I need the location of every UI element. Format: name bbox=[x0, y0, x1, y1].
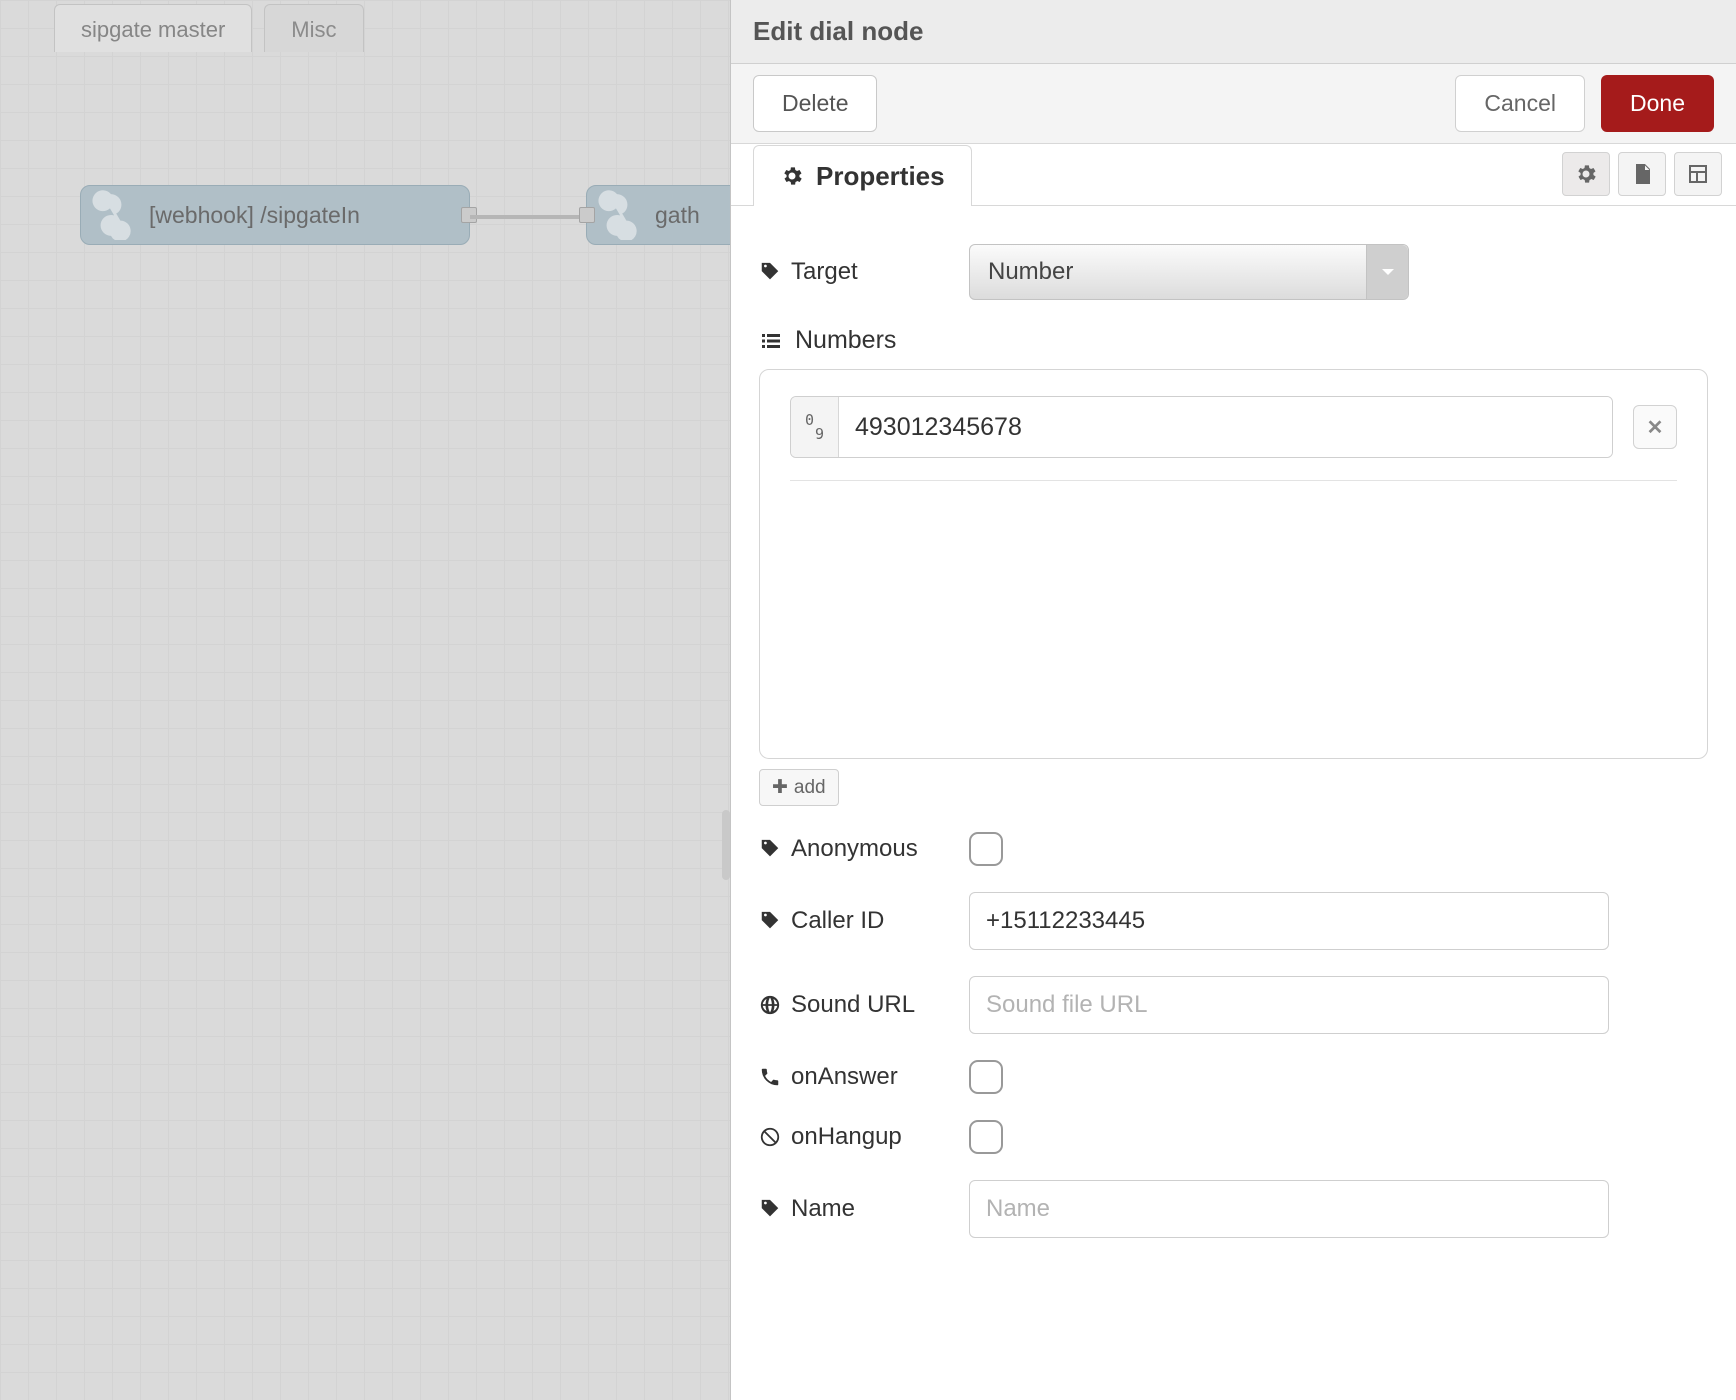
label-anonymous-text: Anonymous bbox=[791, 835, 918, 863]
node-appearance-button[interactable] bbox=[1674, 152, 1722, 196]
target-dropdown-value: Number bbox=[988, 258, 1073, 286]
node-label: gath bbox=[647, 202, 722, 229]
label-onanswer-text: onAnswer bbox=[791, 1063, 898, 1091]
row-onhangup: onHangup bbox=[759, 1120, 1708, 1154]
caller-id-input[interactable] bbox=[969, 892, 1609, 950]
gear-icon bbox=[780, 164, 804, 188]
edit-panel: Edit dial node Delete Cancel Done Proper… bbox=[730, 0, 1736, 1400]
row-onanswer: onAnswer bbox=[759, 1060, 1708, 1094]
row-name: Name bbox=[759, 1180, 1708, 1238]
tag-icon bbox=[759, 1198, 781, 1220]
label-onhangup: onHangup bbox=[759, 1123, 969, 1151]
tag-icon bbox=[759, 910, 781, 932]
row-caller-id: Caller ID bbox=[759, 892, 1708, 950]
add-number-label: add bbox=[794, 777, 826, 799]
onanswer-toggle[interactable] bbox=[969, 1060, 1003, 1094]
gear-icon bbox=[1574, 162, 1598, 186]
label-name-text: Name bbox=[791, 1195, 855, 1223]
flow-tab-sipgate-master[interactable]: sipgate master bbox=[54, 4, 252, 52]
label-caller-id-text: Caller ID bbox=[791, 907, 884, 935]
label-numbers: Numbers bbox=[759, 326, 1708, 355]
label-numbers-text: Numbers bbox=[795, 326, 896, 355]
label-onanswer: onAnswer bbox=[759, 1063, 969, 1091]
add-number-button[interactable]: ✚ add bbox=[759, 769, 839, 806]
row-numbers: Numbers ✕ ✚ add bbox=[759, 326, 1708, 806]
tag-icon bbox=[759, 838, 781, 860]
label-onhangup-text: onHangup bbox=[791, 1123, 902, 1151]
number-input-wrap bbox=[790, 396, 1613, 458]
name-input[interactable] bbox=[969, 1180, 1609, 1238]
flow-tab-misc[interactable]: Misc bbox=[264, 4, 363, 52]
node-icon bbox=[86, 190, 136, 240]
globe-icon bbox=[759, 994, 781, 1016]
anonymous-toggle[interactable] bbox=[969, 832, 1003, 866]
panel-splitter[interactable] bbox=[722, 810, 730, 880]
panel-title: Edit dial node bbox=[753, 16, 923, 47]
tab-properties-label: Properties bbox=[816, 161, 945, 192]
done-button[interactable]: Done bbox=[1601, 75, 1714, 132]
label-sound-url-text: Sound URL bbox=[791, 991, 915, 1019]
numbers-list: ✕ bbox=[759, 369, 1708, 759]
document-icon bbox=[1630, 162, 1654, 186]
label-sound-url: Sound URL bbox=[759, 991, 969, 1019]
phone-icon bbox=[759, 1066, 781, 1088]
layout-icon bbox=[1686, 162, 1710, 186]
label-target: Target bbox=[759, 258, 969, 286]
form-body: Target Number Numbers bbox=[731, 206, 1736, 1400]
tab-properties[interactable]: Properties bbox=[753, 145, 972, 206]
label-anonymous: Anonymous bbox=[759, 835, 969, 863]
cancel-button[interactable]: Cancel bbox=[1455, 75, 1585, 132]
node-label: [webhook] /sipgateIn bbox=[141, 202, 382, 229]
close-icon: ✕ bbox=[1647, 415, 1664, 440]
row-sound-url: Sound URL bbox=[759, 976, 1708, 1034]
label-caller-id: Caller ID bbox=[759, 907, 969, 935]
row-anonymous: Anonymous bbox=[759, 832, 1708, 866]
node-settings-button[interactable] bbox=[1562, 152, 1610, 196]
node-input-port[interactable] bbox=[579, 207, 595, 223]
remove-number-button[interactable]: ✕ bbox=[1633, 405, 1677, 449]
delete-button[interactable]: Delete bbox=[753, 75, 877, 132]
number-input[interactable] bbox=[839, 397, 1612, 457]
tag-icon bbox=[759, 261, 781, 283]
flow-canvas[interactable]: sipgate master Misc [webhook] /sipgateIn… bbox=[0, 0, 730, 1400]
sound-url-input[interactable] bbox=[969, 976, 1609, 1034]
node-description-button[interactable] bbox=[1618, 152, 1666, 196]
chevron-down-icon bbox=[1366, 245, 1408, 299]
onhangup-toggle[interactable] bbox=[969, 1120, 1003, 1154]
wire[interactable] bbox=[470, 215, 585, 219]
flow-tabs: sipgate master Misc bbox=[54, 4, 364, 52]
node-webhook[interactable]: [webhook] /sipgateIn bbox=[80, 185, 470, 245]
row-target: Target Number bbox=[759, 244, 1708, 300]
node-icon bbox=[592, 190, 642, 240]
panel-actions: Delete Cancel Done bbox=[731, 64, 1736, 144]
list-icon bbox=[759, 329, 783, 353]
plus-icon: ✚ bbox=[772, 776, 788, 799]
panel-header: Edit dial node bbox=[731, 0, 1736, 64]
number-type-icon bbox=[791, 397, 839, 457]
label-target-text: Target bbox=[791, 258, 858, 286]
label-name: Name bbox=[759, 1195, 969, 1223]
number-row: ✕ bbox=[790, 396, 1677, 481]
target-dropdown[interactable]: Number bbox=[969, 244, 1409, 300]
ban-icon bbox=[759, 1126, 781, 1148]
panel-tabs: Properties bbox=[731, 144, 1736, 206]
